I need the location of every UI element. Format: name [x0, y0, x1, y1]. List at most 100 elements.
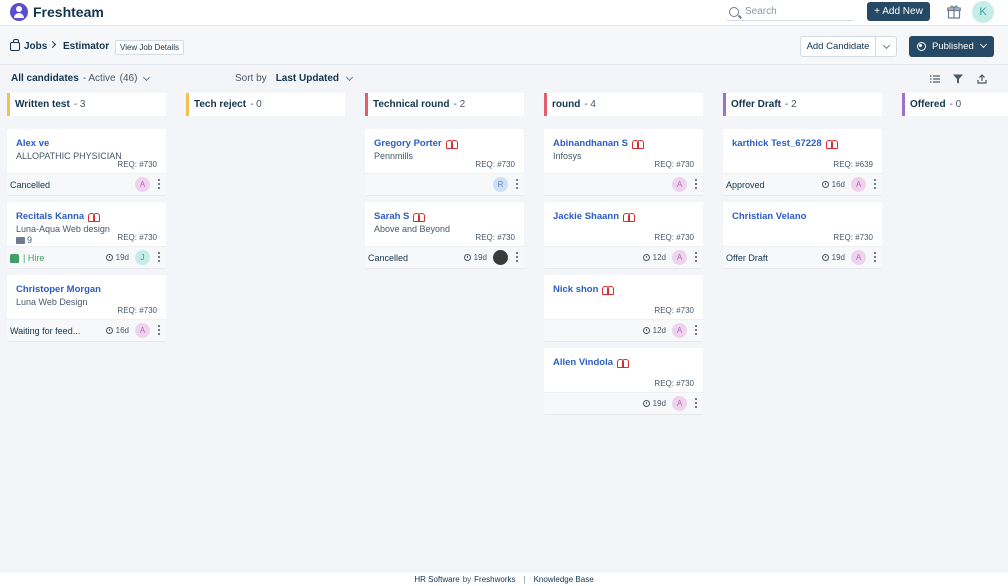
stage-column-header[interactable]: Technical round - 2: [365, 93, 524, 116]
more-options-icon[interactable]: [694, 252, 697, 264]
export-icon[interactable]: [977, 74, 987, 84]
candidate-name[interactable]: Recitals Kanna: [16, 211, 101, 222]
owner-avatar[interactable]: A: [851, 177, 866, 192]
stage-column-header[interactable]: round - 4: [544, 93, 703, 116]
candidate-name[interactable]: Allen Vindola: [553, 357, 630, 368]
candidate-card[interactable]: Abinandhanan S Infosys REQ: #730 A: [544, 129, 703, 195]
candidate-name[interactable]: karthick Test_67228: [732, 138, 838, 149]
search-box[interactable]: [727, 3, 853, 21]
more-options-icon[interactable]: [157, 252, 160, 264]
globe-icon: [917, 42, 926, 51]
duplicate-candidates-icon: [602, 285, 615, 295]
owner-avatar-photo[interactable]: [493, 250, 508, 265]
clock-icon: [105, 254, 113, 261]
candidate-company: Luna Web Design: [16, 297, 88, 307]
owner-avatar[interactable]: A: [672, 396, 687, 411]
more-options-icon[interactable]: [694, 179, 697, 191]
chevron-right-icon: [48, 40, 57, 49]
candidate-card[interactable]: Christoper Morgan Luna Web Design REQ: #…: [7, 275, 166, 341]
candidate-name-text: Sarah S: [374, 211, 410, 222]
candidate-card[interactable]: karthick Test_67228 REQ: #639 Approved 1…: [723, 129, 882, 195]
owner-avatar[interactable]: A: [135, 177, 150, 192]
owner-avatar[interactable]: A: [135, 323, 150, 338]
candidate-name[interactable]: Alex ve: [16, 138, 49, 149]
published-status-button[interactable]: Published: [909, 36, 994, 57]
sort-dropdown[interactable]: Sort by Last Updated: [235, 73, 354, 84]
candidate-name[interactable]: Abinandhanan S: [553, 138, 644, 149]
days-in-stage-text: 16d: [831, 180, 845, 189]
candidate-name[interactable]: Sarah S: [374, 211, 426, 222]
owner-avatar[interactable]: A: [672, 250, 687, 265]
view-job-details-button[interactable]: View Job Details: [115, 40, 184, 55]
candidate-card[interactable]: Jackie Shaann REQ: #730 12d A: [544, 202, 703, 268]
clock-icon: [105, 327, 113, 334]
filter-icon[interactable]: [953, 74, 963, 84]
card-footer: Waiting for feed... 16d A: [7, 319, 166, 341]
more-options-icon[interactable]: [515, 179, 518, 191]
search-input[interactable]: [745, 6, 845, 17]
candidate-name[interactable]: Gregory Porter: [374, 138, 458, 149]
candidate-card[interactable]: Christian Velano REQ: #730 Offer Draft 1…: [723, 202, 882, 268]
stage-count: - 0: [949, 99, 962, 110]
owner-avatar[interactable]: A: [851, 250, 866, 265]
chevron-down-icon: [979, 40, 988, 49]
candidate-status: Approved: [726, 180, 765, 190]
more-options-icon[interactable]: [873, 252, 876, 264]
candidate-name-text: Christian Velano: [732, 211, 807, 222]
gift-icon[interactable]: [947, 5, 961, 19]
owner-avatar[interactable]: R: [493, 177, 508, 192]
freshteam-logo-icon: [10, 3, 28, 21]
chevron-down-icon: [143, 73, 151, 81]
candidate-card[interactable]: Sarah S Above and Beyond REQ: #730 Cance…: [365, 202, 524, 268]
candidate-card[interactable]: Recitals Kanna Luna-Aqua Web design 9 RE…: [7, 202, 166, 268]
candidate-name[interactable]: Nick shon: [553, 284, 615, 295]
candidate-name[interactable]: Christoper Morgan: [16, 284, 101, 295]
stage-column-header[interactable]: Written test - 3: [7, 93, 166, 116]
add-candidate-dropdown[interactable]: [876, 37, 896, 56]
candidate-card[interactable]: Gregory Porter Pennmills REQ: #730 R: [365, 129, 524, 195]
card-footer: 19d A: [544, 392, 703, 414]
clock-icon: [642, 327, 650, 334]
more-options-icon[interactable]: [694, 325, 697, 337]
freshteam-logo[interactable]: Freshteam: [10, 3, 104, 21]
list-view-icon[interactable]: [930, 74, 940, 84]
days-in-stage: 16d: [821, 180, 845, 189]
candidate-card[interactable]: Alex ve ALLOPATHIC PHYSICIAN REQ: #730 C…: [7, 129, 166, 195]
stage-column-header[interactable]: Offered - 0: [902, 93, 1008, 116]
owner-avatar[interactable]: J: [135, 250, 150, 265]
days-in-stage-text: 19d: [831, 253, 845, 262]
candidate-status: Cancelled: [10, 180, 51, 190]
card-footer: Cancelled 19d: [365, 246, 524, 268]
days-in-stage: 19d: [105, 253, 129, 262]
days-in-stage: 19d: [642, 399, 666, 408]
candidate-filter-dropdown[interactable]: All candidates - Active (46): [11, 73, 151, 84]
stage-column-header[interactable]: Offer Draft - 2: [723, 93, 882, 116]
stage-count: - 4: [584, 99, 596, 110]
candidate-card[interactable]: Allen Vindola REQ: #730 19d A: [544, 348, 703, 414]
more-options-icon[interactable]: [515, 252, 518, 264]
freshworks-link[interactable]: Freshworks: [474, 575, 515, 584]
more-options-icon[interactable]: [157, 325, 160, 337]
all-candidates-label: All candidates: [11, 73, 79, 84]
stage-name: Written test: [15, 99, 70, 110]
requisition-id: REQ: #730: [117, 233, 157, 242]
candidate-card[interactable]: Nick shon REQ: #730 12d A: [544, 275, 703, 341]
hr-software-link[interactable]: HR Software: [414, 575, 459, 584]
duplicate-candidates-icon: [631, 139, 644, 149]
add-new-button[interactable]: + Add New: [867, 2, 930, 21]
candidate-name[interactable]: Jackie Shaann: [553, 211, 636, 222]
stage-column-header[interactable]: Tech reject - 0: [186, 93, 345, 116]
user-avatar[interactable]: K: [972, 1, 994, 23]
more-options-icon[interactable]: [873, 179, 876, 191]
owner-avatar[interactable]: A: [672, 323, 687, 338]
more-options-icon[interactable]: [694, 398, 697, 410]
card-footer: Offer Draft 19d A: [723, 246, 882, 268]
owner-avatar[interactable]: A: [672, 177, 687, 192]
knowledge-base-link[interactable]: Knowledge Base: [534, 575, 594, 584]
candidate-status-text: | Hire: [23, 253, 45, 263]
candidate-name[interactable]: Christian Velano: [732, 211, 806, 222]
briefcase-icon: [10, 39, 20, 51]
add-candidate-button[interactable]: Add Candidate: [801, 37, 876, 56]
breadcrumb-jobs[interactable]: Jobs: [24, 41, 47, 52]
more-options-icon[interactable]: [157, 179, 160, 191]
